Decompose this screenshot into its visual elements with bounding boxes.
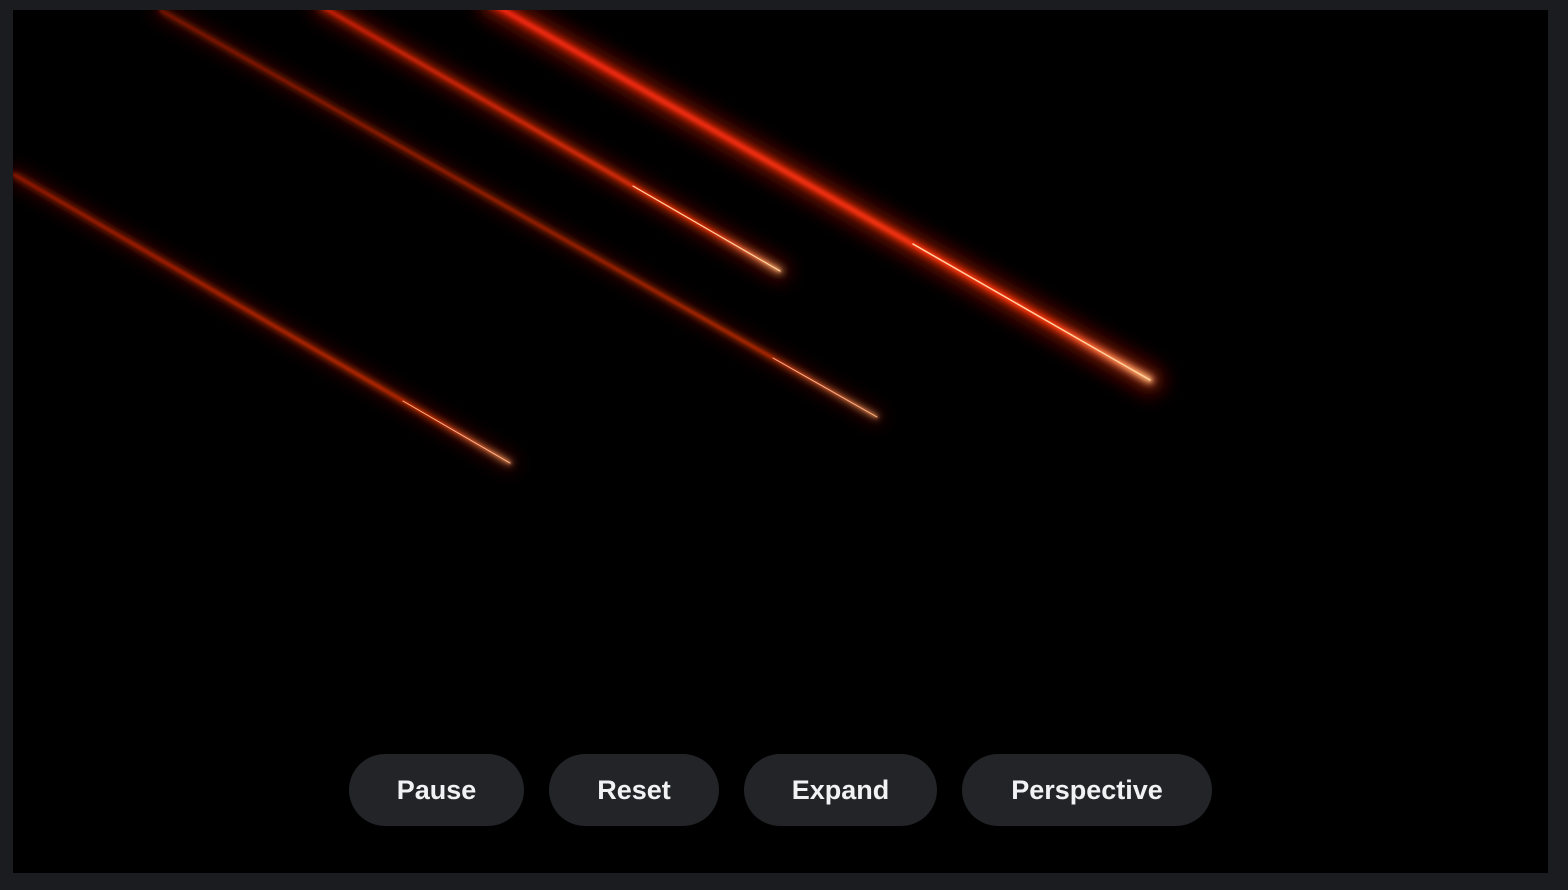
pause-button[interactable]: Pause bbox=[349, 754, 524, 826]
expand-button[interactable]: Expand bbox=[744, 754, 937, 826]
control-bar: Pause Reset Expand Perspective bbox=[13, 754, 1548, 826]
particle-canvas[interactable] bbox=[13, 10, 1548, 873]
reset-button[interactable]: Reset bbox=[549, 754, 719, 826]
perspective-button[interactable]: Perspective bbox=[962, 754, 1212, 826]
visualization-frame: Pause Reset Expand Perspective bbox=[13, 10, 1548, 873]
